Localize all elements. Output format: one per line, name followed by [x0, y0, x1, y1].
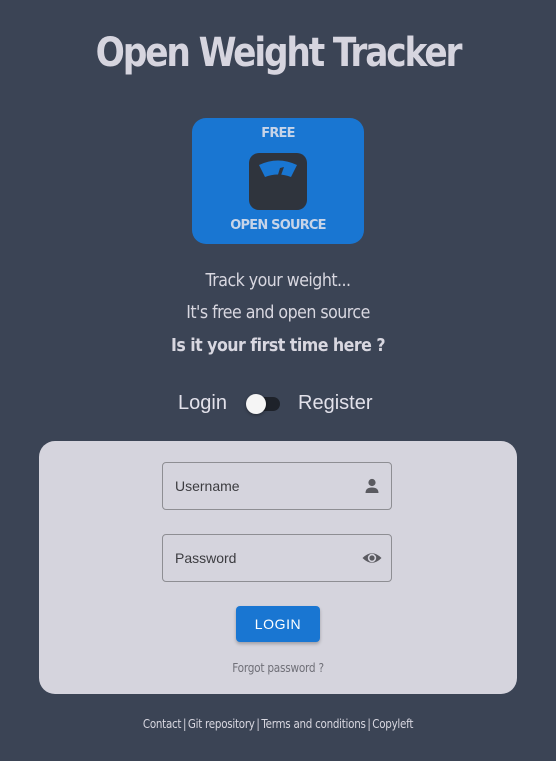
password-input[interactable] — [163, 535, 353, 581]
bathroom-scale-icon — [249, 153, 307, 210]
footer-link-git-repository[interactable]: Git repository — [188, 717, 255, 731]
logo-free-text: FREE — [261, 126, 295, 141]
footer-link-copyleft[interactable]: Copyleft — [372, 717, 413, 731]
password-field — [162, 534, 392, 582]
tagline-free: It's free and open source — [186, 302, 370, 323]
app-title: Open Weight Tracker — [95, 30, 463, 76]
username-field — [162, 462, 392, 510]
login-card: LOGIN Forgot password ? — [39, 441, 517, 694]
footer-link-contact[interactable]: Contact — [143, 717, 182, 731]
switch-thumb[interactable] — [246, 394, 266, 414]
footer: Contact | Git repository | Terms and conditi… — [39, 717, 517, 731]
person-icon — [362, 476, 382, 496]
tagline-first-time: Is it your first time here ? — [170, 335, 386, 356]
footer-separator: | — [367, 717, 371, 731]
footer-separator: | — [256, 717, 260, 731]
toggle-login-label[interactable]: Login — [178, 392, 227, 415]
app-logo: FREE OPEN SOURCE — [192, 118, 364, 244]
toggle-register-label[interactable]: Register — [298, 392, 372, 415]
mode-switch[interactable] — [246, 394, 280, 414]
username-input[interactable] — [163, 463, 353, 509]
footer-link-terms[interactable]: Terms and conditions — [261, 717, 366, 731]
tagline-track: Track your weight... — [205, 270, 351, 291]
forgot-password-link[interactable]: Forgot password ? — [68, 661, 489, 675]
login-register-toggle: Login Register — [0, 390, 556, 418]
logo-open-source-text: OPEN SOURCE — [230, 218, 326, 233]
eye-icon[interactable] — [362, 548, 382, 568]
login-button[interactable]: LOGIN — [236, 606, 320, 642]
